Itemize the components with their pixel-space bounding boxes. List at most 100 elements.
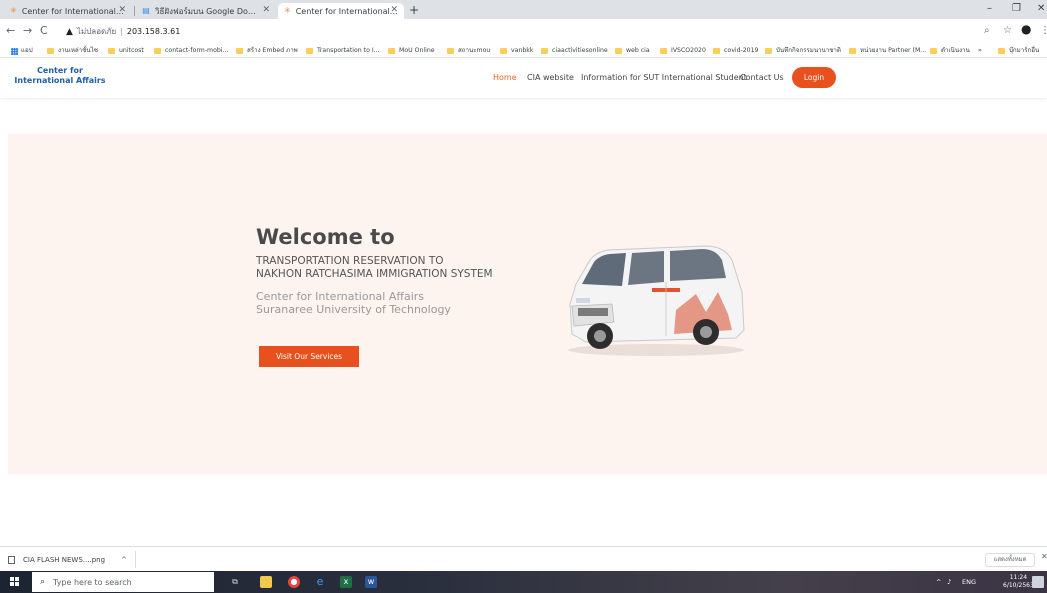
bookmark-label: ดำเนินงาน — [941, 47, 970, 54]
edge-browser-icon[interactable]: e — [314, 576, 326, 588]
bookmark-item[interactable]: IVSCO2020 — [660, 46, 706, 56]
tray-chevron-icon[interactable]: ^ — [936, 577, 941, 587]
nav-home[interactable]: Home — [493, 73, 517, 83]
warning-triangle-icon[interactable]: ▲ — [66, 27, 73, 37]
bookmark-label: สถานะmou — [458, 47, 491, 54]
excel-icon[interactable]: x — [340, 576, 352, 588]
new-tab-button[interactable]: + — [409, 3, 419, 17]
bookmark-label: แอป — [21, 47, 33, 54]
browser-tab-2[interactable]: ▤ วิธีฝังฟอร์มบน Google Docs ใน ✕ — [136, 3, 276, 19]
word-icon[interactable]: w — [365, 576, 377, 588]
bookmark-item[interactable]: vanbkk — [500, 46, 533, 56]
hero-subtitle: TRANSPORTATION RESERVATION TO NAKHON RAT… — [256, 255, 493, 280]
profile-avatar-icon[interactable]: ● — [1021, 22, 1031, 36]
bookmark-item[interactable]: MoU Online — [388, 46, 435, 56]
bookmark-label: บันทึกกิจกรรมนานาชาติ — [776, 47, 841, 54]
windows-start-icon[interactable] — [10, 577, 20, 587]
google-docs-favicon-icon: ▤ — [142, 6, 150, 15]
bookmark-label: contact-form-mobi... — [165, 47, 229, 54]
zoom-icon[interactable]: ⌕ — [984, 24, 990, 38]
bookmark-label: vanbkk — [511, 47, 534, 54]
folder-icon — [765, 48, 772, 54]
tab-separator — [134, 6, 135, 16]
apps-grid-icon — [11, 47, 18, 55]
hero-section: Welcome to TRANSPORTATION RESERVATION TO… — [8, 134, 1047, 474]
hero-org-line-1: Center for International Affairs — [256, 290, 424, 303]
reload-icon[interactable]: C — [40, 24, 48, 38]
bookmark-label: web cia — [626, 47, 650, 54]
bookmarks-overflow-button[interactable]: » — [978, 46, 982, 56]
security-label[interactable]: ไม่ปลอดภัย — [77, 25, 116, 38]
forward-arrow-icon[interactable]: → — [23, 24, 32, 38]
bookmark-item[interactable]: ciaactivitiesonline — [541, 46, 608, 56]
address-bar[interactable]: ▲ ไม่ปลอดภัย | 203.158.3.61 — [66, 23, 966, 40]
hero-organization: Center for International Affairs Suranar… — [256, 290, 451, 316]
logo-line-2: International Affairs — [14, 76, 106, 85]
bookmark-other[interactable]: บุ๊กมาร์กอื่น — [998, 46, 1039, 56]
download-item[interactable]: CIA FLASH NEWS....png ^ — [8, 551, 136, 568]
bookmark-item[interactable]: unitcost — [108, 46, 144, 56]
folder-icon — [236, 48, 243, 54]
back-arrow-icon[interactable]: ← — [6, 24, 15, 38]
bookmark-item[interactable]: web cia — [615, 46, 650, 56]
site-favicon-icon: ✳ — [284, 6, 291, 15]
notifications-icon[interactable] — [1032, 576, 1044, 588]
search-icon: ⌕ — [40, 577, 46, 587]
chrome-icon[interactable]: ● — [288, 576, 300, 588]
visit-services-button[interactable]: Visit Our Services — [259, 346, 359, 367]
bookmark-label: ciaactivitiesonline — [552, 47, 608, 54]
nav-cia-website[interactable]: CIA website — [527, 73, 574, 83]
download-file-name: CIA FLASH NEWS....png — [23, 555, 106, 564]
window-close-button[interactable]: ✕ — [1037, 2, 1045, 16]
folder-icon — [713, 48, 720, 54]
browser-toolbar: ← → C ▲ ไม่ปลอดภัย | 203.158.3.61 ⌕ ☆ ● … — [0, 19, 1047, 44]
browser-tab-1[interactable]: ✳ Center for International Affairs ✕ — [4, 3, 132, 19]
hero-title: Welcome to — [256, 225, 395, 249]
bookmark-item[interactable]: บันทึกกิจกรรมนานาชาติ — [765, 46, 841, 56]
taskbar-clock[interactable]: 11:24 6/10/2563 — [1003, 574, 1034, 590]
bookmark-label: หน่วยงาน Partner (M... — [860, 47, 927, 54]
site-favicon-icon: ✳ — [10, 6, 17, 15]
url-text[interactable]: 203.158.3.61 — [127, 27, 180, 36]
bookmark-item[interactable]: สร้าง Embed ภาพ — [236, 46, 298, 56]
login-button[interactable]: Login — [792, 67, 836, 88]
window-minimize-button[interactable]: – — [987, 2, 992, 16]
folder-icon — [447, 48, 454, 54]
browser-tab-strip: ✳ Center for International Affairs ✕ ▤ ว… — [0, 0, 1047, 19]
tab-title: วิธีฝังฟอร์มบน Google Docs ใน — [155, 6, 260, 16]
speaker-icon[interactable]: ♪ — [947, 577, 951, 587]
bookmark-item[interactable]: ดำเนินงาน — [930, 46, 970, 56]
window-maximize-button[interactable]: ❐ — [1012, 2, 1021, 16]
folder-icon — [930, 48, 937, 54]
folder-icon — [47, 48, 54, 54]
download-options-caret-icon[interactable]: ^ — [121, 556, 127, 564]
bookmark-label: covid-2019 — [724, 47, 759, 54]
bookmark-item[interactable]: งานเหล่าชั้นไซ — [47, 46, 98, 56]
input-language[interactable]: ENG — [962, 577, 976, 587]
taskbar-search-box[interactable]: ⌕ Type here to search — [32, 572, 214, 592]
tab-close-icon[interactable]: ✕ — [390, 6, 398, 15]
bookmark-item[interactable]: สถานะmou — [447, 46, 490, 56]
site-logo[interactable]: Center for International Affairs — [10, 66, 110, 86]
bookmark-item[interactable]: contact-form-mobi... — [154, 46, 228, 56]
task-view-icon[interactable]: ⧉ — [229, 576, 241, 588]
bookmark-item[interactable]: covid-2019 — [713, 46, 758, 56]
bookmarks-bar: แอป งานเหล่าชั้นไซ unitcost contact-form… — [0, 44, 1047, 58]
folder-icon — [541, 48, 548, 54]
bookmark-item[interactable]: Transportation to I... — [306, 46, 380, 56]
tab-title: Center for International Affairs — [21, 6, 126, 16]
browser-menu-icon[interactable]: ⋮ — [1040, 24, 1047, 38]
close-downloads-bar-icon[interactable]: ✕ — [1041, 552, 1047, 561]
nav-international-student-info[interactable]: Information for SUT International Studen… — [581, 73, 747, 83]
nav-contact-us[interactable]: Contact Us — [740, 73, 784, 83]
bookmark-apps[interactable]: แอป — [11, 46, 33, 56]
folder-icon — [500, 48, 507, 54]
tab-close-icon[interactable]: ✕ — [262, 6, 270, 15]
browser-tab-3-active[interactable]: ✳ Center for International Affairs ✕ — [278, 3, 404, 19]
tab-close-icon[interactable]: ✕ — [118, 6, 126, 15]
folder-icon — [306, 48, 313, 54]
bookmark-item[interactable]: หน่วยงาน Partner (M... — [849, 46, 926, 56]
show-all-downloads-button[interactable]: แสดงทั้งหมด — [985, 553, 1035, 567]
file-explorer-icon[interactable] — [260, 576, 272, 588]
bookmark-star-icon[interactable]: ☆ — [1003, 24, 1012, 38]
